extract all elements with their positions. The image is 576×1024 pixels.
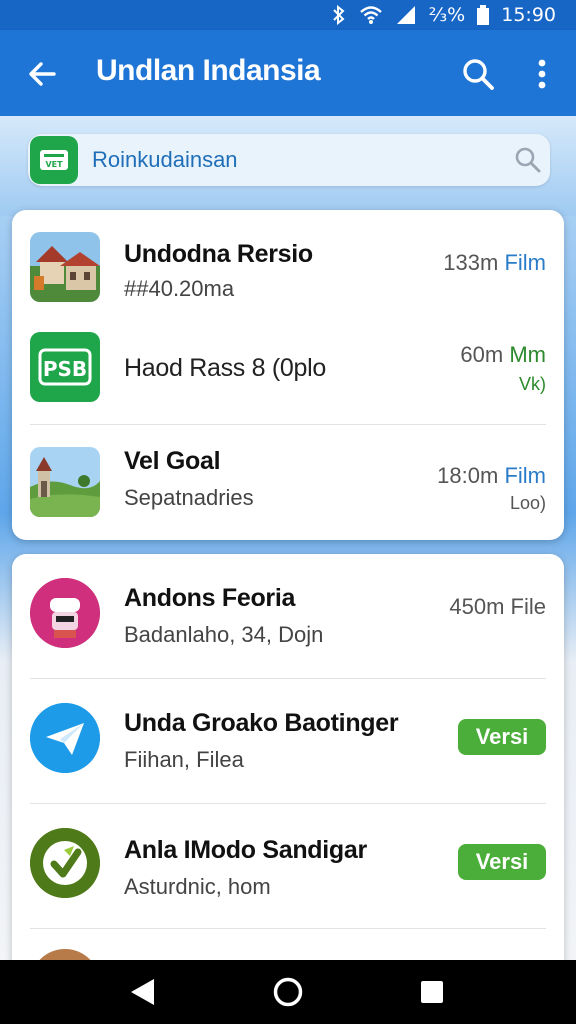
list-item[interactable]: Vel Goal Sepatnadries 18:0m Film Loo) bbox=[12, 425, 564, 540]
pink-mascot-icon bbox=[30, 578, 100, 648]
results-card-2: Andons Feoria Badanlaho, 34, Doјn 450m F… bbox=[12, 554, 564, 974]
app-icon-label: PSB bbox=[43, 357, 87, 381]
item-title: Unda Groako Baotinger bbox=[124, 709, 399, 737]
system-nav-bar bbox=[0, 960, 576, 1024]
status-bar: ⅔% 15:90 bbox=[0, 0, 576, 30]
item-title: Anla IModo Sandigar bbox=[124, 836, 367, 864]
clock: 15:90 bbox=[501, 4, 556, 26]
overflow-menu-button[interactable] bbox=[522, 52, 562, 96]
store-badge-icon: VET bbox=[30, 136, 78, 184]
item-type: Mm bbox=[509, 342, 546, 367]
bluetooth-icon bbox=[331, 5, 347, 25]
more-vert-icon bbox=[538, 59, 546, 89]
item-subtitle: Asturdnic, hom bbox=[124, 874, 271, 899]
item-title: Haod Rass 8 (0plo bbox=[124, 354, 326, 382]
version-badge[interactable]: Versi bbox=[458, 719, 546, 755]
nav-back-button[interactable] bbox=[122, 972, 162, 1012]
item-title: Vel Goal bbox=[124, 447, 221, 475]
signal-icon bbox=[395, 5, 417, 25]
back-button[interactable] bbox=[22, 54, 62, 94]
item-meta: 133m Film bbox=[443, 250, 546, 276]
nav-home-button[interactable] bbox=[268, 972, 308, 1012]
item-version: Vk) bbox=[519, 374, 546, 394]
item-meta: 18:0m Film bbox=[437, 463, 546, 489]
list-item[interactable]: PSB Haod Rass 8 (0plo 60m Mm Vk) bbox=[12, 322, 564, 422]
badge-label: VET bbox=[45, 160, 63, 169]
triangle-back-icon bbox=[131, 979, 154, 1005]
arrow-left-icon bbox=[29, 62, 56, 86]
nav-recents-button[interactable] bbox=[412, 972, 452, 1012]
item-version: Loo) bbox=[509, 493, 546, 513]
item-subtitle: Fiihan, Filea bbox=[124, 747, 244, 772]
list-item[interactable]: Anla IModo Sandigar Asturdnic, hom Versi bbox=[12, 804, 564, 928]
results-card-1: Undodna Rersio ##40.20ma 133m Film PSB H… bbox=[12, 210, 564, 540]
item-title: Undodna Rersio bbox=[124, 240, 313, 268]
search-button[interactable] bbox=[456, 52, 500, 96]
battery-icon bbox=[477, 5, 490, 25]
battery-percent: ⅔% bbox=[428, 4, 466, 26]
item-type: Film bbox=[504, 250, 546, 275]
item-title: Andons Feoria bbox=[124, 584, 296, 612]
item-size: 60m bbox=[460, 342, 504, 367]
blue-paper-plane-icon bbox=[30, 703, 100, 773]
list-item[interactable]: Unda Groako Baotinger Fiihan, Filea Vers… bbox=[12, 679, 564, 803]
list-item[interactable]: Andons Feoria Badanlaho, 34, Doјn 450m F… bbox=[12, 554, 564, 678]
version-badge[interactable]: Versi bbox=[458, 844, 546, 880]
search-query: Roinkudainsan bbox=[92, 147, 238, 172]
item-subtitle: Badanlaho, 34, Doјn bbox=[124, 622, 324, 647]
square-recents-icon bbox=[421, 981, 443, 1003]
page-title: Undlan Indansia bbox=[96, 54, 321, 87]
wifi-icon bbox=[359, 5, 383, 25]
olive-leaf-icon bbox=[30, 828, 100, 898]
house-photo-thumbnail bbox=[30, 232, 100, 302]
green-app-icon: PSB bbox=[30, 332, 100, 402]
search-icon bbox=[463, 59, 494, 90]
search-input[interactable]: VET Roinkudainsan bbox=[28, 134, 550, 186]
circle-home-icon bbox=[273, 977, 303, 1007]
search-field-icon[interactable] bbox=[514, 146, 542, 179]
item-size: 133m bbox=[443, 250, 499, 275]
item-size: 18:0m bbox=[437, 463, 499, 488]
item-subtitle: Sepatnadries bbox=[124, 485, 254, 510]
list-item[interactable]: Undodna Rersio ##40.20ma 133m Film bbox=[12, 210, 564, 322]
item-meta: 60m Mm bbox=[460, 342, 546, 368]
item-subtitle: ##40.20ma bbox=[124, 276, 235, 301]
landscape-photo-thumbnail bbox=[30, 447, 100, 517]
item-meta: 450m File bbox=[449, 594, 546, 619]
app-bar: Undlan Indansia bbox=[0, 30, 576, 116]
item-type: Film bbox=[504, 463, 546, 488]
